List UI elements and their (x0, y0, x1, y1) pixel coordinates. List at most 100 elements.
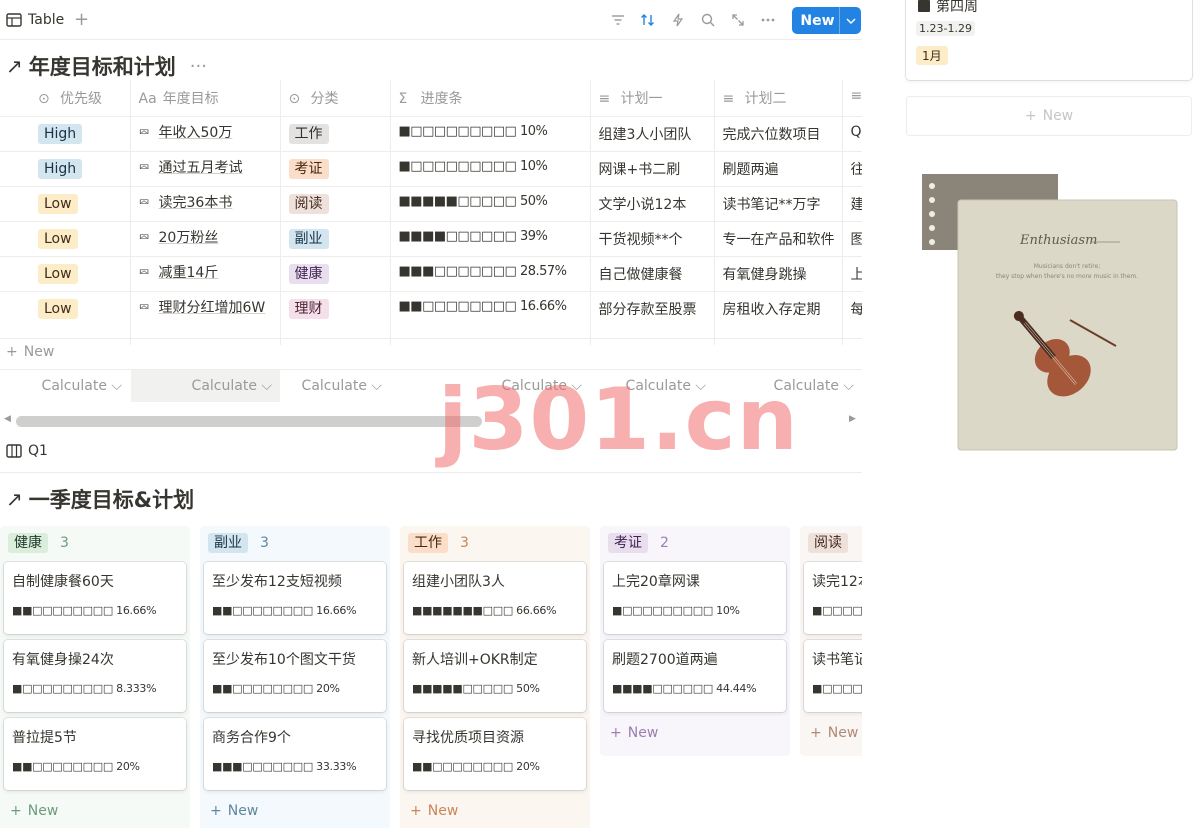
plan3-cell[interactable]: 往 (842, 151, 862, 187)
board-card[interactable]: 商务合作9个 ■■■□□□□□□□ 33.33% (204, 718, 386, 790)
plan1-cell[interactable]: 文学小说12本 (590, 186, 715, 222)
table-row[interactable]: High ⮹ 年收入50万 工作 ■□□□□□□□□□ 10% 组建3人小团队 完… (0, 116, 862, 152)
column-new-button[interactable]: + New (0, 796, 190, 826)
plan2-cell[interactable]: 专一在产品和软件 (714, 221, 843, 257)
column-header-plan2[interactable]: ≡ 计划二 (714, 80, 843, 117)
board-card[interactable]: 上完20章网课 ■□□□□□□□□□ 10% (604, 562, 786, 634)
board-card[interactable]: 有氧健身操24次 ■□□□□□□□□□ 8.333% (4, 640, 186, 712)
board-card[interactable]: 组建小团队3人 ■■■■■■■□□□ 66.66% (404, 562, 586, 634)
calculate-category[interactable]: Calculate ⌵ (280, 370, 390, 402)
goal-link[interactable]: 通过五月考试 (159, 160, 243, 176)
goal-link[interactable]: 理财分红增加6W (159, 300, 266, 316)
table-row[interactable]: Low ⮹ 减重14斤 健康 ■■■□□□□□□□ 28.57% 自己做健康餐 有… (0, 256, 862, 292)
plan1-cell[interactable]: 组建3人小团队 (590, 116, 715, 152)
table-row[interactable]: High ⮹ 通过五月考试 考证 ■□□□□□□□□□ 10% 网课+书二刷 刷题… (0, 151, 862, 187)
priority-cell[interactable]: Low (0, 291, 131, 345)
column-header-plan1[interactable]: ≡ 计划一 (590, 80, 715, 117)
goal-cell[interactable]: ⮹ 年收入50万 (130, 116, 281, 152)
goal-cell[interactable]: ⮹ 理财分红增加6W (130, 291, 281, 345)
plan2-cell[interactable]: 有氧健身跳操 (714, 256, 843, 292)
column-header[interactable]: 副业 3 (200, 526, 390, 560)
board-card[interactable]: 至少发布10个图文干货 ■■□□□□□□□□ 20% (204, 640, 386, 712)
calculate-plan2[interactable]: Calculate ⌵ (714, 370, 862, 402)
category-cell[interactable]: 理财 (280, 291, 391, 345)
scroll-right-icon[interactable]: ▶ (849, 414, 856, 424)
column-header-plan3[interactable]: ≡ (842, 80, 862, 117)
board-card[interactable]: 普拉提5节 ■■□□□□□□□□ 20% (4, 718, 186, 790)
chevron-down-icon[interactable] (839, 7, 861, 34)
goal-cell[interactable]: ⮹ 减重14斤 (130, 256, 281, 292)
search-icon[interactable] (698, 8, 718, 32)
column-header[interactable]: 健康 3 (0, 526, 190, 560)
column-header[interactable]: 阅读 (800, 526, 862, 560)
priority-cell[interactable]: Low (0, 221, 131, 257)
column-new-button[interactable]: + New (800, 718, 862, 748)
priority-cell[interactable]: Low (0, 186, 131, 222)
column-new-button[interactable]: + New (400, 796, 590, 826)
category-cell[interactable]: 考证 (280, 151, 391, 187)
database-title[interactable]: ↗ 年度目标和计划 ··· (6, 51, 207, 81)
board-card[interactable]: 寻找优质项目资源 ■■□□□□□□□□ 20% (404, 718, 586, 790)
goal-cell[interactable]: ⮹ 读完36本书 (130, 186, 281, 222)
priority-cell[interactable]: High (0, 116, 131, 152)
board-card[interactable]: 刷题2700道两遍 ■■■■□□□□□□ 44.44% (604, 640, 786, 712)
automation-bolt-icon[interactable] (668, 8, 688, 32)
filter-icon[interactable] (608, 8, 628, 32)
column-new-button[interactable]: + New (200, 796, 390, 826)
board-title[interactable]: ↗ 一季度目标&计划 (6, 484, 194, 514)
plan2-cell[interactable]: 读书笔记**万字 (714, 186, 843, 222)
table-row[interactable]: Low ⮹ 读完36本书 阅读 ■■■■■□□□□□ 50% 文学小说12本 读书… (0, 186, 862, 222)
goal-link[interactable]: 20万粉丝 (159, 230, 219, 246)
board-card[interactable]: 自制健康餐60天 ■■□□□□□□□□ 16.66% (4, 562, 186, 634)
plan3-cell[interactable]: 图 (842, 221, 862, 257)
scroll-left-icon[interactable]: ◀ (4, 414, 11, 424)
expand-icon[interactable] (728, 8, 748, 32)
goal-link[interactable]: 减重14斤 (159, 265, 219, 281)
plan3-cell[interactable]: 建 (842, 186, 862, 222)
priority-cell[interactable]: High (0, 151, 131, 187)
goal-cell[interactable]: ⮹ 20万粉丝 (130, 221, 281, 257)
plan1-cell[interactable]: 自己做健康餐 (590, 256, 715, 292)
column-header[interactable]: 考证 2 (600, 526, 790, 560)
calculate-progress[interactable]: Calculate ⌵ (390, 370, 590, 402)
table-new-row-button[interactable]: + New (6, 344, 54, 360)
board-card[interactable]: 至少发布12支短视频 ■■□□□□□□□□ 16.66% (204, 562, 386, 634)
table-row[interactable]: Low ⮹ 理财分红增加6W 理财 ■■□□□□□□□□ 16.66% 部分存款至… (0, 291, 862, 345)
plan2-cell[interactable]: 刷题两遍 (714, 151, 843, 187)
calculate-plan1[interactable]: Calculate ⌵ (590, 370, 714, 402)
column-header-priority[interactable]: ⊙ 优先级 (0, 80, 131, 117)
more-options-icon[interactable] (758, 8, 778, 32)
board-card[interactable]: 读完12本 ■□□□□ (804, 562, 862, 634)
calculate-priority[interactable]: Calculate ⌵ (0, 370, 130, 402)
column-header-goal[interactable]: Aa 年度目标 (130, 80, 281, 117)
new-record-button[interactable]: New (792, 7, 861, 34)
gallery-card-week[interactable]: 第四周 1.23-1.29 1月 (906, 0, 1192, 80)
category-cell[interactable]: 阅读 (280, 186, 391, 222)
plan3-cell[interactable]: 上 (842, 256, 862, 292)
column-header-progress[interactable]: Σ 进度条 (390, 80, 591, 117)
category-cell[interactable]: 健康 (280, 256, 391, 292)
priority-cell[interactable]: Low (0, 256, 131, 292)
board-card[interactable]: 新人培训+OKR制定 ■■■■■□□□□□ 50% (404, 640, 586, 712)
view-tab-q1[interactable]: Q1 (6, 443, 48, 459)
category-cell[interactable]: 副业 (280, 221, 391, 257)
category-cell[interactable]: 工作 (280, 116, 391, 152)
column-header[interactable]: 工作 3 (400, 526, 590, 560)
plan2-cell[interactable]: 完成六位数项目 (714, 116, 843, 152)
column-new-button[interactable]: + New (600, 718, 790, 748)
horizontal-scrollbar[interactable] (16, 416, 482, 427)
plan3-cell[interactable]: 每 (842, 291, 862, 345)
gallery-new-button[interactable]: + New (906, 96, 1192, 136)
plan1-cell[interactable]: 网课+书二刷 (590, 151, 715, 187)
plan3-cell[interactable]: Q (842, 116, 862, 152)
table-row[interactable]: Low ⮹ 20万粉丝 副业 ■■■■□□□□□□ 39% 干货视频**个 专一在… (0, 221, 862, 257)
sort-icon[interactable] (638, 8, 658, 32)
database-more-icon[interactable]: ··· (190, 56, 207, 77)
calculate-goal[interactable]: Calculate ⌵ (131, 370, 280, 402)
view-tab-table[interactable]: Table (6, 9, 64, 31)
add-view-button[interactable]: + (74, 9, 89, 31)
plan1-cell[interactable]: 干货视频**个 (590, 221, 715, 257)
goal-link[interactable]: 读完36本书 (159, 195, 233, 211)
column-header-category[interactable]: ⊙ 分类 (280, 80, 391, 117)
plan1-cell[interactable]: 部分存款至股票 (590, 291, 715, 345)
